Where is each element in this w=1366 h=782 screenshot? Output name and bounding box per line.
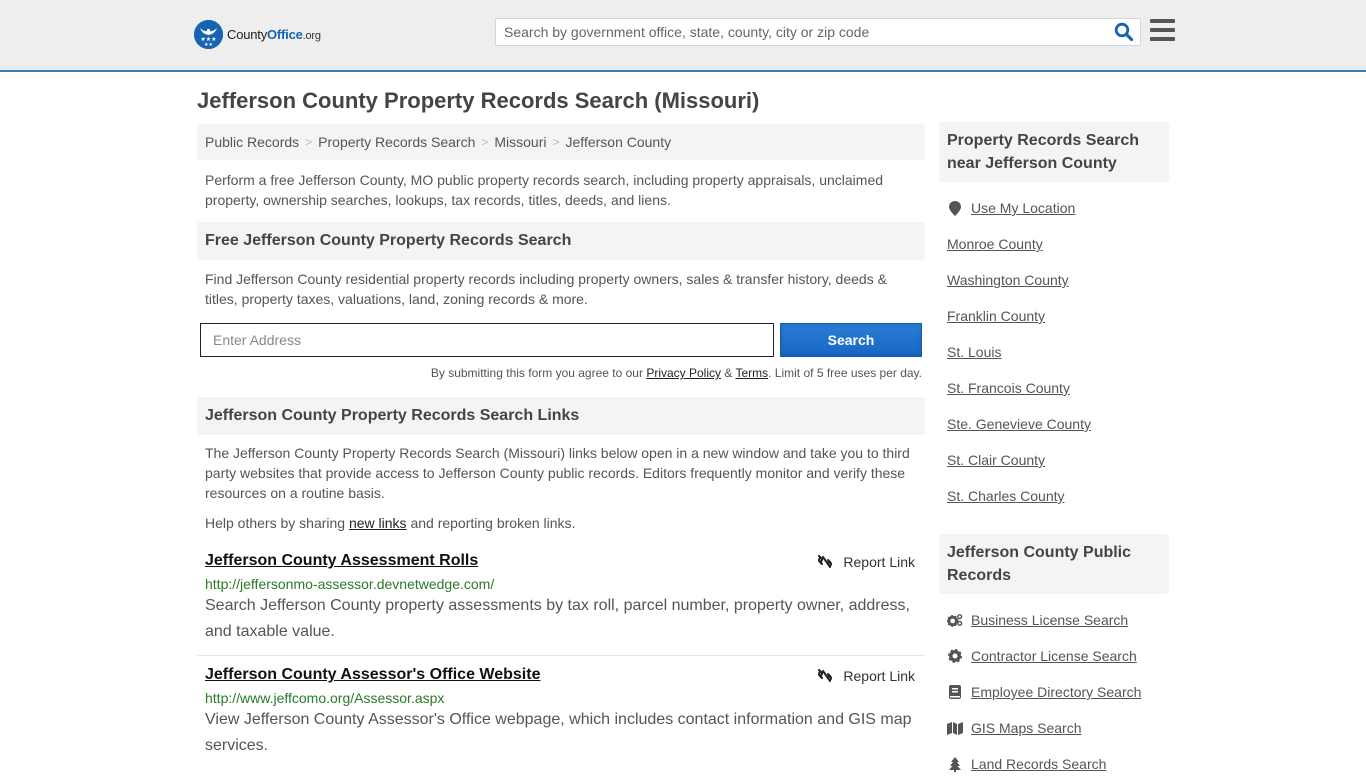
address-search-button[interactable]: Search [780, 323, 922, 357]
report-link-label: Report Link [843, 668, 915, 684]
map-marker-icon [947, 200, 963, 216]
tree-icon [947, 756, 963, 772]
gis-maps-search-link[interactable]: GIS Maps Search [971, 720, 1082, 736]
public-record-item: GIS Maps Search [947, 710, 1161, 746]
sidebar: Property Records Search near Jefferson C… [939, 122, 1169, 782]
breadcrumb-missouri[interactable]: Missouri [494, 134, 546, 150]
use-my-location-item: Use My Location [947, 190, 1161, 226]
breadcrumb-property-records-search[interactable]: Property Records Search [318, 134, 475, 150]
employee-directory-search-link[interactable]: Employee Directory Search [971, 684, 1141, 700]
nearby-link-washington-county[interactable]: Washington County [947, 272, 1069, 288]
map-icon [947, 721, 963, 735]
nearby-link-st-francois-county[interactable]: St. Francois County [947, 380, 1070, 396]
nearby-heading: Property Records Search near Jefferson C… [939, 122, 1169, 182]
menu-bar [1150, 19, 1175, 23]
address-search-form: Search [197, 323, 925, 357]
land-records-search-link[interactable]: Land Records Search [971, 756, 1106, 772]
nearby-link-st-louis[interactable]: St. Louis [947, 344, 1001, 360]
link-entry-title[interactable]: Jefferson County Assessor's Office Websi… [205, 666, 540, 684]
share-links-text: Help others by sharing new links and rep… [197, 513, 925, 533]
eagle-stars-icon: ★★★ ★★ [194, 20, 223, 49]
book-icon [947, 685, 963, 699]
share-suffix: and reporting broken links. [406, 515, 576, 531]
address-input[interactable] [200, 323, 774, 357]
links-section-heading: Jefferson County Property Records Search… [197, 397, 925, 435]
link-entry: Jefferson County Assessor's Office Websi… [197, 655, 925, 759]
new-links-link[interactable]: new links [349, 515, 407, 531]
link-entry-description: Search Jefferson County property assessm… [205, 597, 910, 640]
terms-suffix: . Limit of 5 free uses per day. [768, 366, 922, 380]
breadcrumb-separator: > [552, 135, 560, 149]
nearby-link-st-charles-county[interactable]: St. Charles County [947, 488, 1065, 504]
menu-bar [1150, 37, 1175, 41]
breadcrumb-separator: > [305, 135, 313, 149]
link-entry: Jefferson County Assessment Rolls Report… [197, 552, 925, 655]
public-record-item: Business License Search [947, 602, 1161, 638]
site-header: ★★★ ★★ CountyOffice.org [0, 0, 1366, 72]
contractor-license-search-link[interactable]: Contractor License Search [971, 648, 1137, 664]
link-entry-description: View Jefferson County Assessor's Office … [205, 711, 912, 754]
free-search-heading: Free Jefferson County Property Records S… [197, 222, 925, 260]
gear-icon [947, 649, 963, 663]
public-records-list: Business License Search Contractor Licen… [939, 602, 1169, 782]
report-link-button[interactable]: Report Link [817, 668, 915, 684]
broken-link-icon [818, 555, 833, 568]
nearby-link-monroe-county[interactable]: Monroe County [947, 236, 1043, 252]
public-record-item: Contractor License Search [947, 638, 1161, 674]
public-records-heading: Jefferson County Public Records [939, 534, 1169, 594]
intro-text: Perform a free Jefferson County, MO publ… [205, 172, 884, 208]
report-link-button[interactable]: Report Link [817, 554, 915, 570]
breadcrumb-separator: > [481, 135, 489, 149]
nearby-item: Monroe County [947, 226, 1161, 262]
search-icon[interactable] [1114, 22, 1134, 42]
links-description: The Jefferson County Property Records Se… [205, 445, 910, 501]
report-link-label: Report Link [843, 554, 915, 570]
link-entry-url[interactable]: http://www.jeffcomo.org/Assessor.aspx [205, 690, 917, 706]
business-license-search-link[interactable]: Business License Search [971, 612, 1128, 628]
terms-amp: & [721, 366, 736, 380]
breadcrumb: Public Records > Property Records Search… [197, 124, 925, 160]
main-content: Public Records > Property Records Search… [197, 124, 925, 759]
nearby-item: Franklin County [947, 298, 1161, 334]
terms-link[interactable]: Terms [735, 366, 768, 380]
broken-link-icon [818, 669, 833, 682]
logo-tld: .org [302, 30, 321, 42]
nearby-item: Ste. Genevieve County [947, 406, 1161, 442]
breadcrumb-jefferson-county[interactable]: Jefferson County [566, 134, 672, 150]
link-entry-url[interactable]: http://jeffersonmo-assessor.devnetwedge.… [205, 576, 917, 592]
menu-bar [1150, 28, 1175, 32]
breadcrumb-public-records[interactable]: Public Records [205, 134, 299, 150]
site-logo[interactable]: ★★★ ★★ CountyOffice.org [194, 20, 321, 49]
free-search-description: Find Jefferson County residential proper… [205, 271, 887, 307]
logo-county: County [227, 27, 267, 42]
share-prefix: Help others by sharing [205, 515, 349, 531]
nearby-item: Washington County [947, 262, 1161, 298]
privacy-policy-link[interactable]: Privacy Policy [646, 366, 721, 380]
use-my-location-link[interactable]: Use My Location [971, 200, 1075, 216]
logo-office: Office [267, 27, 303, 42]
logo-wordmark: CountyOffice.org [227, 27, 321, 42]
nearby-item: St. Louis [947, 334, 1161, 370]
nearby-item: St. Clair County [947, 442, 1161, 478]
link-entry-title[interactable]: Jefferson County Assessment Rolls [205, 552, 478, 570]
nearby-link-franklin-county[interactable]: Franklin County [947, 308, 1045, 324]
nearby-link-st-clair-county[interactable]: St. Clair County [947, 452, 1045, 468]
site-search-input[interactable] [496, 19, 1096, 45]
nearby-item: St. Francois County [947, 370, 1161, 406]
site-search [495, 18, 1141, 46]
nearby-list: Use My Location Monroe County Washington… [939, 190, 1169, 514]
nearby-link-ste-genevieve-county[interactable]: Ste. Genevieve County [947, 416, 1091, 432]
terms-notice: By submitting this form you agree to our… [197, 366, 925, 380]
page-title: Jefferson County Property Records Search… [197, 88, 760, 113]
nearby-item: St. Charles County [947, 478, 1161, 514]
public-record-item: Land Records Search [947, 746, 1161, 782]
public-record-item: Employee Directory Search [947, 674, 1161, 710]
hamburger-menu-icon[interactable] [1150, 19, 1175, 42]
gears-icon [947, 613, 963, 627]
terms-prefix: By submitting this form you agree to our [430, 366, 647, 380]
svg-text:★★: ★★ [204, 42, 213, 48]
